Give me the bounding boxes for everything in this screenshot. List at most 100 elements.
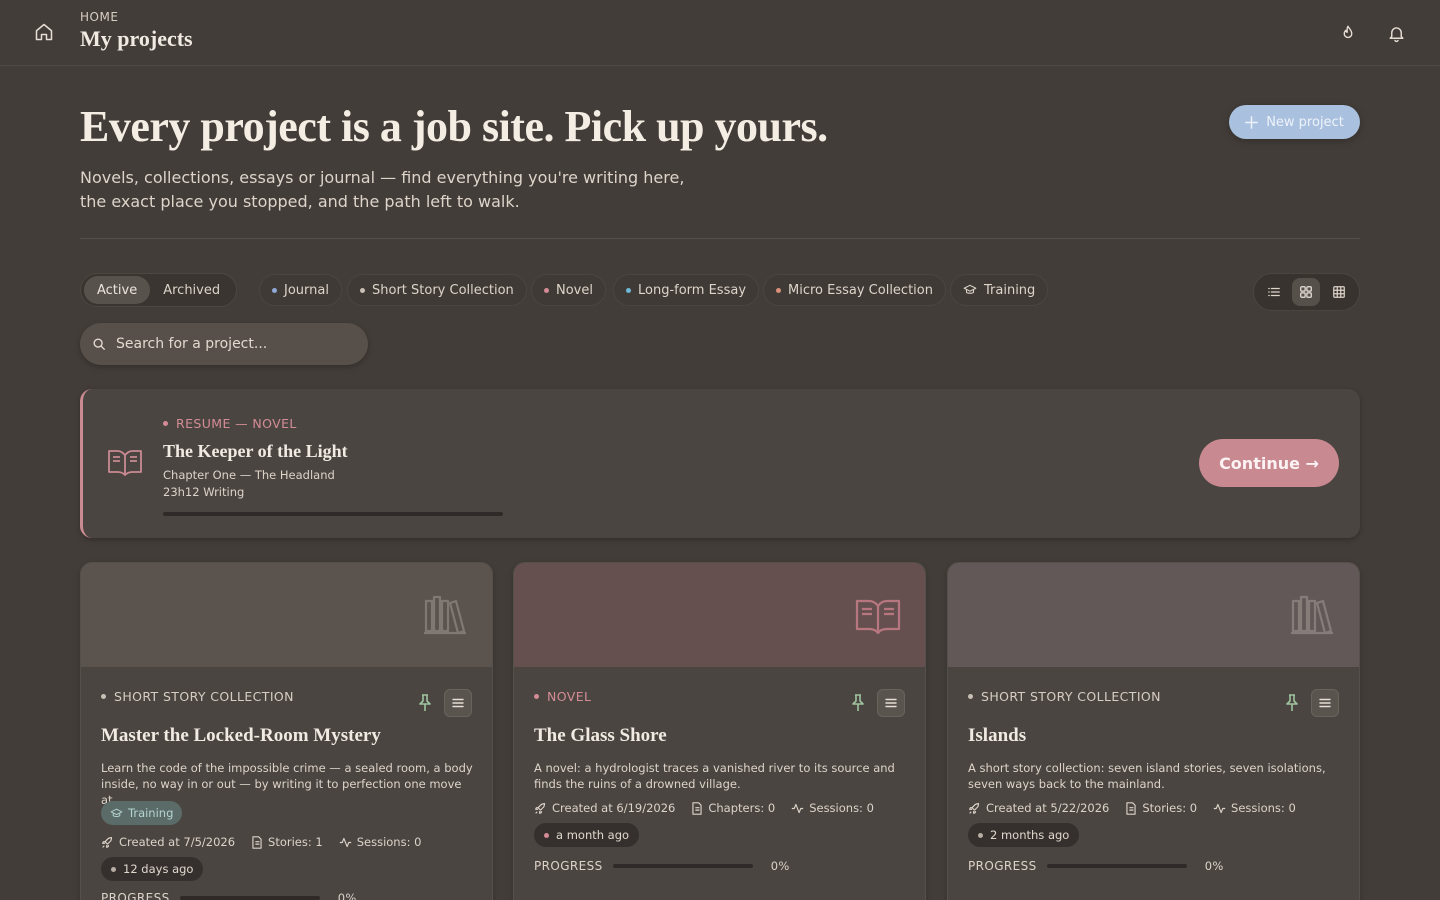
top-bar: HOME My projects [0,0,1440,66]
document-icon [252,835,262,849]
grid-view-icon [1300,286,1313,298]
filter-chip-long-form-essay[interactable]: Long-form Essay [613,274,760,306]
resume-chapter: Chapter One — The Headland [163,468,335,482]
new-project-button[interactable]: New project [1229,105,1360,139]
card-type: SHORT STORY COLLECTION [101,689,294,704]
card-menu-button[interactable] [444,689,472,717]
filter-chip-label: Long-form Essay [638,282,747,298]
home-button[interactable] [30,18,58,46]
progress-bar [612,864,753,868]
menu-icon [452,698,464,708]
breadcrumb[interactable]: HOME [80,10,118,24]
open-book-icon [108,450,142,476]
resume-tag: RESUME — NOVEL [163,416,297,431]
created-meta: Created at 5/22/2026 [968,801,1109,815]
card-meta: Created at 7/5/2026 Stories: 1 Sessions:… [101,835,421,849]
bookshelf-icon [1291,595,1333,635]
type-dot [978,832,983,838]
filter-chip-short-story[interactable]: Short Story Collection [347,274,527,306]
sessions-text: Sessions: 0 [356,835,422,849]
table-view-icon [1332,286,1345,298]
sessions-meta: Sessions: 0 [339,835,422,849]
home-icon [35,23,53,41]
bookshelf-icon [424,595,466,635]
count-text: Chapters: 0 [708,801,776,815]
card-meta: Created at 5/22/2026 Stories: 0 Sessions… [968,801,1296,815]
filter-chip-label: Training [984,282,1036,298]
card-cover [81,563,492,667]
card-menu-button[interactable] [1311,689,1339,717]
card-progress: PROGRESS 0% [101,891,357,900]
created-meta: Created at 6/19/2026 [534,801,675,815]
status-toggle: Active Archived [80,273,237,307]
training-badge-label: Training [128,806,174,820]
plus-icon [1245,115,1259,129]
last-edited-text: a month ago [556,828,630,842]
type-dot [360,287,365,293]
status-active[interactable]: Active [84,276,151,304]
search-input[interactable] [116,336,346,352]
sessions-meta: Sessions: 0 [791,801,874,815]
progress-percent: 0% [770,859,790,873]
type-dot [534,694,539,699]
count-text: Stories: 1 [268,835,323,849]
type-dot [272,287,277,293]
resume-title: The Keeper of the Light [163,441,348,461]
type-dot [544,287,549,293]
hero-subtitle-line: Novels, collections, essays or journal —… [80,168,685,187]
search-box [80,323,368,365]
hero-subtitle-line: the exact place you stopped, and the pat… [80,192,520,211]
count-meta: Stories: 0 [1125,801,1197,815]
table-view-button[interactable] [1325,278,1353,306]
pin-icon[interactable] [1282,693,1302,713]
card-title[interactable]: The Glass Shore [534,725,667,747]
sessions-meta: Sessions: 0 [1213,801,1296,815]
activity-icon [792,803,804,813]
type-dot [101,694,106,699]
page-title: My projects [80,26,193,51]
type-dot [968,694,973,699]
card-progress: PROGRESS 0% [968,859,1224,873]
type-dot [544,832,549,838]
streak-button[interactable] [1335,20,1361,46]
card-title[interactable]: Master the Locked-Room Mystery [101,725,381,747]
bell-icon [1388,26,1404,42]
filter-chip-journal[interactable]: Journal [259,274,342,306]
card-type-label: NOVEL [547,689,592,704]
last-edited-badge: a month ago [534,823,640,847]
resume-tag-label: RESUME — NOVEL [176,416,297,431]
view-switcher [1253,273,1360,311]
filter-chip-training[interactable]: Training [950,274,1049,306]
status-archived[interactable]: Archived [150,276,233,304]
training-badge: Training [101,801,183,825]
sessions-text: Sessions: 0 [809,801,874,815]
list-view-button[interactable] [1260,278,1288,306]
pin-icon[interactable] [848,693,868,713]
project-card[interactable]: NOVEL The Glass Shore A novel: a hydrolo… [513,562,926,900]
progress-label: PROGRESS [101,891,170,900]
created-meta: Created at 7/5/2026 [101,835,235,849]
card-title[interactable]: Islands [968,725,1026,747]
count-text: Stories: 0 [1142,801,1198,815]
progress-percent: 0% [1204,859,1224,873]
graduation-cap-icon [110,808,123,817]
filter-chip-micro-essay[interactable]: Micro Essay Collection [763,274,946,306]
card-type: SHORT STORY COLLECTION [968,689,1161,704]
filter-chip-novel[interactable]: Novel [531,274,606,306]
created-text: Created at 6/19/2026 [552,801,676,815]
card-type-label: SHORT STORY COLLECTION [981,689,1161,704]
card-description: A novel: a hydrologist traces a vanished… [534,761,895,791]
project-card[interactable]: SHORT STORY COLLECTION Islands A short s… [947,562,1360,900]
grid-view-button[interactable] [1292,278,1321,306]
card-type: NOVEL [534,689,591,704]
rocket-icon [969,802,980,814]
notifications-button[interactable] [1383,20,1409,46]
last-edited-text: 12 days ago [123,862,194,876]
project-card[interactable]: SHORT STORY COLLECTION Master the Locked… [80,562,493,900]
count-meta: Stories: 1 [251,835,323,849]
last-edited-badge: 2 months ago [968,823,1080,847]
pin-icon[interactable] [415,693,435,713]
filter-chip-label: Journal [284,282,329,298]
card-menu-button[interactable] [877,689,905,717]
continue-button[interactable]: Continue → [1199,439,1339,487]
